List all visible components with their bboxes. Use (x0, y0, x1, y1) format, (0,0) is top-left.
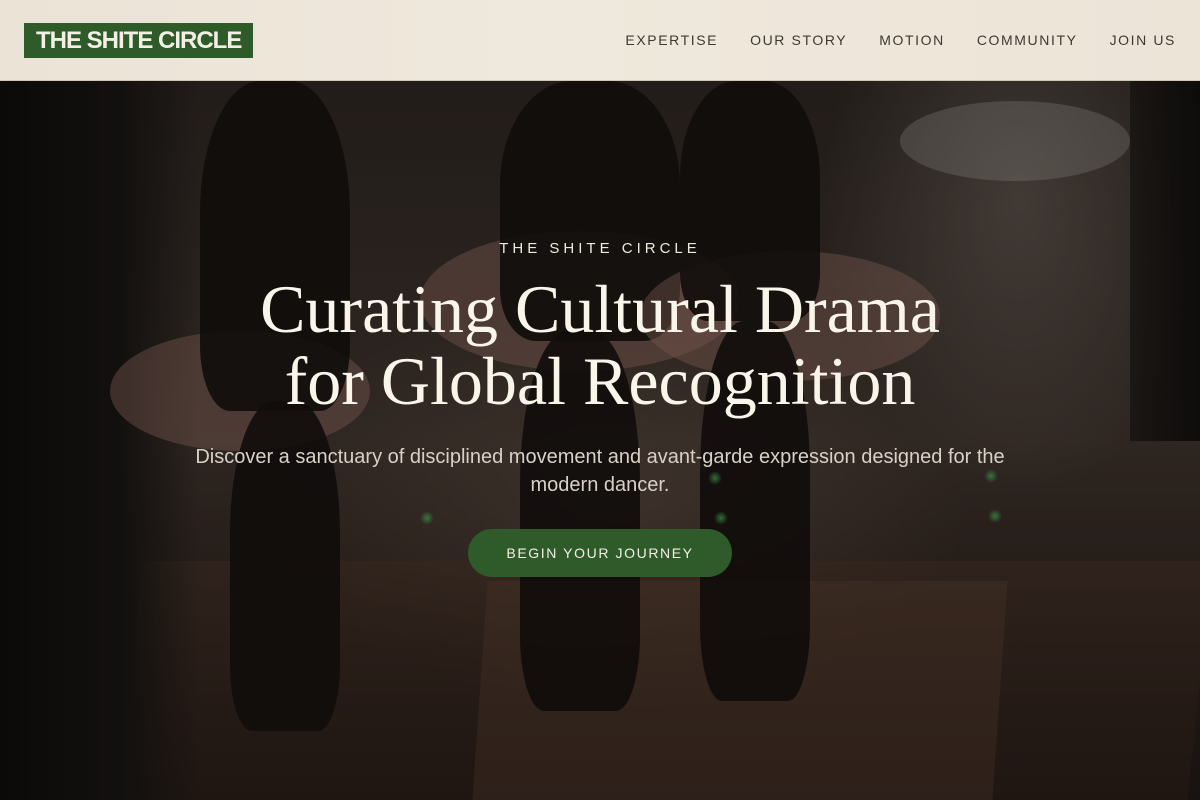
hero-content: THE SHITE CIRCLE Curating Cultural Drama… (0, 81, 1200, 800)
hero-title-line: for Global Recognition (284, 343, 916, 419)
nav-link-motion[interactable]: MOTION (879, 32, 945, 48)
nav-link-community[interactable]: COMMUNITY (977, 32, 1078, 48)
begin-journey-button[interactable]: BEGIN YOUR JOURNEY (468, 529, 732, 577)
main-nav: EXPERTISE OUR STORY MOTION COMMUNITY JOI… (625, 32, 1176, 48)
nav-link-our-story[interactable]: OUR STORY (750, 32, 847, 48)
nav-link-join-us[interactable]: JOIN US (1110, 32, 1176, 48)
hero-title: Curating Cultural Drama for Global Recog… (260, 273, 940, 417)
site-logo[interactable]: THE SHITE CIRCLE (24, 22, 254, 58)
hero-title-line: Curating Cultural Drama (260, 271, 940, 347)
nav-link-expertise[interactable]: EXPERTISE (625, 32, 718, 48)
hero-eyebrow: THE SHITE CIRCLE (499, 240, 701, 257)
hero-section: THE SHITE CIRCLE Curating Cultural Drama… (0, 81, 1200, 800)
hero-subtitle: Discover a sanctuary of disciplined move… (195, 446, 1005, 496)
site-header: THE SHITE CIRCLE EXPERTISE OUR STORY MOT… (0, 0, 1200, 81)
